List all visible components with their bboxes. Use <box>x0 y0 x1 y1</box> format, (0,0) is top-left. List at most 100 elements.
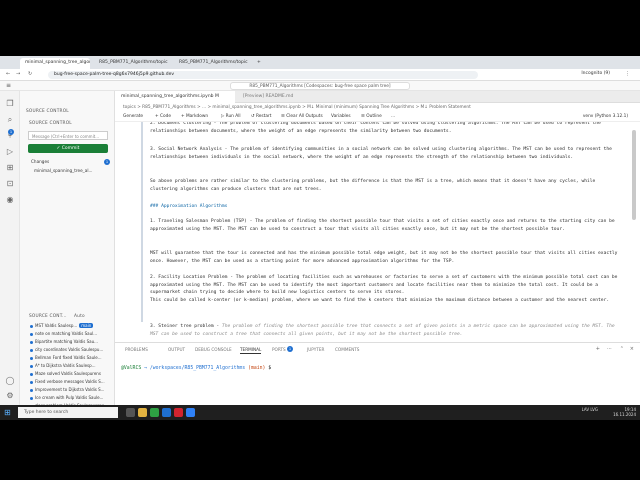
screen: minimal_spanning_tree_algorithm R85_PBM7… <box>0 56 640 420</box>
commit-message-input[interactable]: Message (Ctrl+Enter to commit... <box>28 131 108 140</box>
commit-dot-icon <box>30 364 33 368</box>
commit-message: city coordinates Valdis Saulespu... <box>35 347 104 352</box>
add-code-button[interactable]: + Code <box>155 114 171 119</box>
breadcrumb[interactable]: topics > R85_PBM771_Algorithms > ... > m… <box>115 103 640 112</box>
run-all-button[interactable]: ▷ Run All <box>221 114 241 119</box>
commit-dot-icon <box>30 348 33 352</box>
new-terminal-icon[interactable]: + <box>596 346 600 352</box>
clear-outputs-button[interactable]: ☰ Clear All Outputs <box>281 114 323 119</box>
account-icon[interactable]: ◯ <box>5 376 15 386</box>
tab-readme-preview[interactable]: [Preview] README.md <box>237 91 327 103</box>
search-icon[interactable]: ⌕ <box>5 115 15 125</box>
md-line: MST will guarantee that the tour is conn… <box>150 251 621 264</box>
graph-filter[interactable]: Auto <box>74 314 85 319</box>
graph-commit-item[interactable]: Ice cream with Pulp Valdis Saule... <box>30 395 112 400</box>
md-line: So above problems are rather similar to … <box>150 179 599 192</box>
extensions-icon[interactable]: ⊞ <box>5 163 15 173</box>
tab-ports[interactable]: PORTS <box>272 347 286 352</box>
outline-button[interactable]: ☰ Outline <box>361 114 382 119</box>
maximize-panel-icon[interactable]: ⌃ <box>620 346 624 352</box>
commit-dot-icon <box>30 372 33 376</box>
activity-bar: ❐ ⌕ ⑂ 1 ▷ ⊞ ⊡ ◉ ◯ ⚙ <box>0 91 20 409</box>
browser-tab-strip: minimal_spanning_tree_algorithm R85_PBM7… <box>0 56 640 69</box>
md-line: 2. Document Clustering - The problem of … <box>150 122 604 134</box>
clock-date: 16.11.2024 <box>613 412 636 417</box>
task-view-icon[interactable] <box>126 408 135 417</box>
graph-commit-item[interactable]: Improvement to Dijkstra Valdis S... <box>30 387 112 392</box>
graph-commit-item[interactable]: Bipartite matching Valdis Sau... <box>30 339 112 344</box>
editor-tabs: minimal_spanning_tree_algorithms.ipynb M… <box>115 91 640 103</box>
forward-icon[interactable]: → <box>16 71 20 77</box>
app-icon-blue[interactable] <box>186 408 195 417</box>
address-bar-row: ← → ↻ bug-free-space-palm-tree-q8g6x7946… <box>0 69 640 81</box>
hamburger-menu-icon[interactable]: ≡ <box>6 82 11 89</box>
notebook-toolbar: Generate + Code + Markdown ▷ Run All ↺ R… <box>115 112 640 122</box>
close-panel-icon[interactable]: × <box>630 346 634 352</box>
file-explorer-icon[interactable] <box>138 408 147 417</box>
graph-commit-item[interactable]: Bellman Ford fixed Valdis Saule... <box>30 355 112 360</box>
graph-commit-item[interactable]: Fixed verbose messages Valdis S... <box>30 379 112 384</box>
windows-start-icon[interactable]: ⊞ <box>4 408 13 417</box>
clock[interactable]: 19:14 16.11.2024 <box>613 407 636 417</box>
graph-commit-item[interactable]: Maze solved Valdis Saulespurens <box>30 371 112 376</box>
more-actions-button[interactable]: ... <box>391 114 395 119</box>
tab-output[interactable]: OUTPUT <box>168 347 185 352</box>
vscode-title-bar: ≡ R85_PBM771_Algorithms [Codespaces: bug… <box>0 81 640 91</box>
explorer-icon[interactable]: ❐ <box>5 99 15 109</box>
browser-tab-2[interactable]: R85_PBM771_Algorithms/topic <box>94 58 169 69</box>
input-language[interactable]: LAV LVG <box>582 407 598 412</box>
source-control-section-header[interactable]: SOURCE CONTROL <box>29 121 72 126</box>
editor-scrollbar[interactable] <box>632 130 636 220</box>
more-icon[interactable]: ⋯ <box>607 346 612 352</box>
add-markdown-button[interactable]: + Markdown <box>181 114 208 119</box>
source-control-icon[interactable]: ⑂ 1 <box>5 129 15 141</box>
tab-notebook[interactable]: minimal_spanning_tree_algorithms.ipynb M <box>115 91 235 103</box>
github-icon[interactable]: ◉ <box>5 195 15 205</box>
chrome-icon[interactable] <box>150 408 159 417</box>
tab-comments[interactable]: COMMENTS <box>335 347 359 352</box>
graph-commit-item[interactable]: note on matching Valdis Saul... <box>30 331 112 336</box>
tab-terminal[interactable]: TERMINAL <box>240 347 262 354</box>
graph-commit-item[interactable]: city coordinates Valdis Saulespu... <box>30 347 112 352</box>
browser-tab-1[interactable]: minimal_spanning_tree_algorithm <box>20 58 90 69</box>
restart-button[interactable]: ↺ Restart <box>251 114 271 119</box>
run-debug-icon[interactable]: ▷ <box>5 147 15 157</box>
graph-commit-item[interactable]: A* to Dijkstra Valdis Saulesp... <box>30 363 112 368</box>
settings-gear-icon[interactable]: ⚙ <box>5 391 15 401</box>
command-center[interactable]: R85_PBM771_Algorithms [Codespaces: bug-f… <box>230 82 410 90</box>
tab-problems[interactable]: PROBLEMS <box>125 347 148 352</box>
back-icon[interactable]: ← <box>6 71 10 77</box>
graph-commit-item[interactable]: MST Valdis Saulesp... main <box>30 323 112 328</box>
commit-message: Maze solved Valdis Saulespurens <box>35 371 101 376</box>
variables-button[interactable]: Variables <box>331 114 351 119</box>
url-input[interactable]: bug-free-space-palm-tree-q8g6x7946j5p9.g… <box>48 71 478 79</box>
commit-dot-icon <box>30 396 33 400</box>
md-line: 1. Traveling Salesman Problem (TSP) - Th… <box>150 219 618 232</box>
app-icon-red[interactable] <box>174 408 183 417</box>
kernel-picker[interactable]: venv (Python 3.12.1) <box>583 114 628 119</box>
commit-button[interactable]: ✓ Commit <box>28 144 108 153</box>
taskbar-search-input[interactable]: Type here to search <box>18 407 118 418</box>
remote-explorer-icon[interactable]: ⊡ <box>5 179 15 189</box>
commit-message: MST Valdis Saulesp... <box>35 323 78 328</box>
generate-button[interactable]: Generate <box>123 114 143 119</box>
notebook-content[interactable]: 2. Document Clustering - The problem of … <box>115 122 640 342</box>
reload-icon[interactable]: ↻ <box>28 71 32 77</box>
tab-debug-console[interactable]: DEBUG CONSOLE <box>195 347 232 352</box>
incognito-badge[interactable]: Incognito (9) <box>581 71 610 76</box>
changed-file-item[interactable]: minimal_spanning_tree_al... <box>34 168 93 173</box>
source-control-badge: 1 <box>8 129 14 135</box>
tab-jupyter[interactable]: JUPYTER <box>307 347 324 352</box>
graph-header[interactable]: SOURCE CONT... <box>29 314 67 319</box>
cell-focus-gutter <box>141 122 143 322</box>
vscode-taskbar-icon[interactable] <box>162 408 171 417</box>
browser-menu-icon[interactable]: ⋮ <box>625 71 630 77</box>
terminal-prompt[interactable]: @ValRCS → /workspaces/R85_PBM771_Algorit… <box>121 366 271 371</box>
browser-tab-3[interactable]: R85_PBM771_Algorithms/topic <box>174 58 249 69</box>
source-control-sidebar: SOURCE CONTROL SOURCE CONTROL Message (C… <box>20 91 115 409</box>
changes-header[interactable]: Changes <box>31 159 49 164</box>
new-tab-button[interactable]: + <box>252 58 262 69</box>
prompt-user: @ValRCS <box>121 366 142 371</box>
commit-message: Improvement to Dijkstra Valdis S... <box>35 387 105 392</box>
commit-message: note on matching Valdis Saul... <box>35 331 98 336</box>
